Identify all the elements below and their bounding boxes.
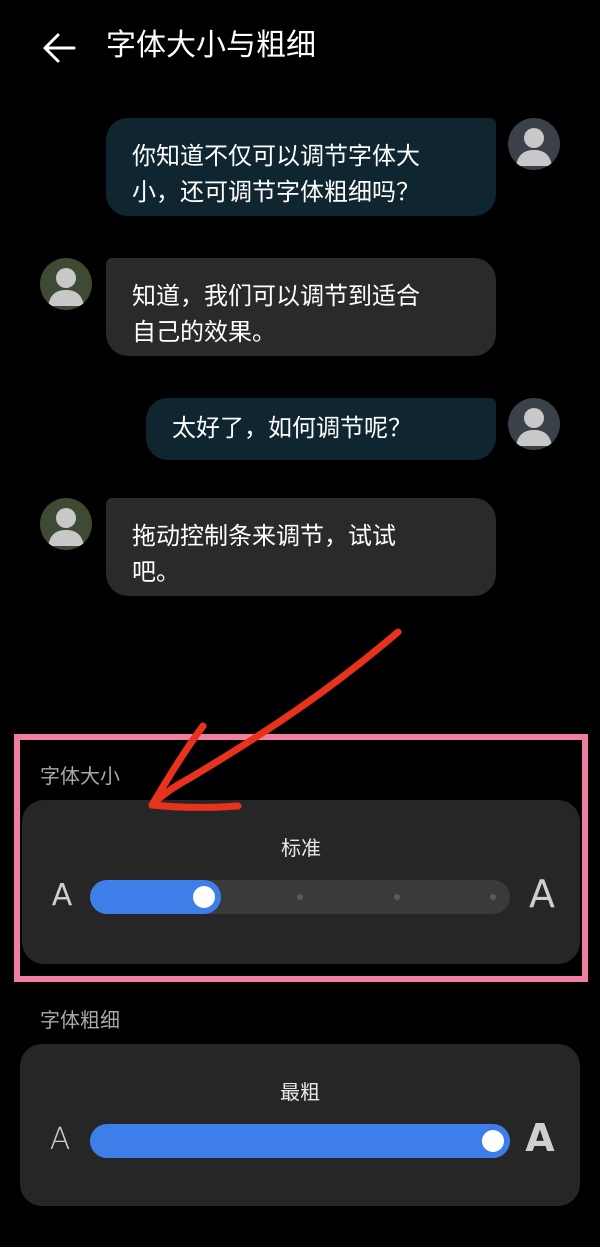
slider-thumb[interactable] <box>482 1130 504 1152</box>
slider-fill <box>90 1124 510 1158</box>
font-weight-card: 最粗 A A <box>20 1044 580 1206</box>
font-weight-slider[interactable] <box>90 1124 510 1158</box>
font-weight-label: 字体粗细 <box>40 1008 120 1032</box>
thin-a-icon: A <box>49 1122 71 1157</box>
font-weight-value: 最粗 <box>280 1080 320 1104</box>
bold-a-icon: A <box>525 1116 555 1160</box>
